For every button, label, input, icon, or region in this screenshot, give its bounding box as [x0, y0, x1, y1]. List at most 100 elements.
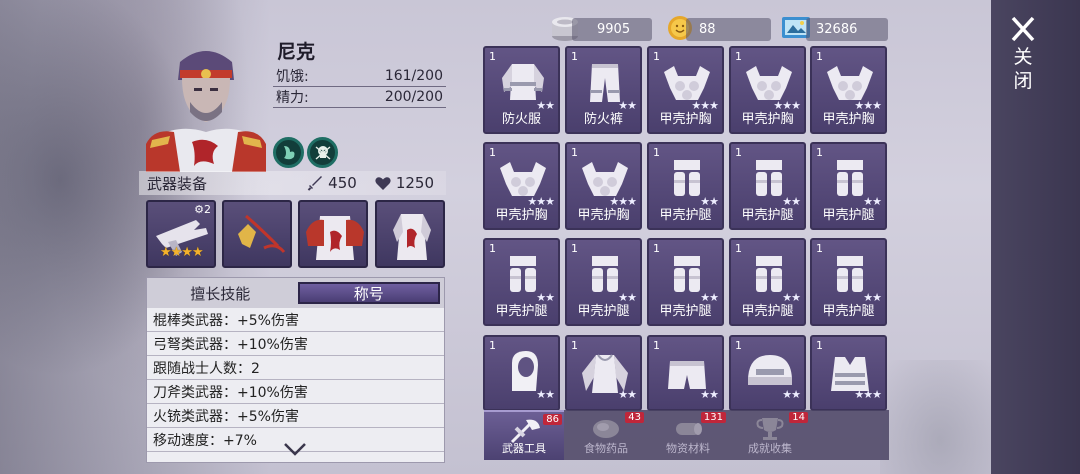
- inventory-item[interactable]: 1 ★★ 甲壳护腿: [729, 142, 806, 230]
- inventory-item[interactable]: 1 ★★: [647, 335, 724, 411]
- item-quantity: 1: [653, 146, 660, 159]
- item-stars: ★★: [536, 388, 555, 401]
- equip-slot-armor[interactable]: [298, 200, 368, 268]
- close-label[interactable]: 关闭: [1013, 45, 1033, 93]
- skill-tabs: 擅长技能 称号: [147, 278, 444, 308]
- amulet-icon: [238, 214, 286, 253]
- weapon-stars: ★★★★: [160, 245, 204, 260]
- attack-stat: 450: [307, 174, 357, 192]
- inventory-item[interactable]: 1 ★★★ 甲壳护胸: [810, 46, 887, 134]
- health-stat: 1250: [375, 174, 434, 192]
- inventory-item[interactable]: 1 ★★: [729, 335, 806, 411]
- inventory-item[interactable]: 1 ★★: [483, 335, 560, 411]
- character-name: 尼克: [277, 41, 316, 63]
- tab-materials[interactable]: 131 物资材料: [648, 410, 728, 460]
- item-label: 甲壳护胸: [577, 208, 630, 223]
- item-quantity: 1: [653, 242, 660, 255]
- inventory-item[interactable]: 1 ★★ 甲壳护腿: [729, 238, 806, 326]
- item-label: 甲壳护腿: [659, 304, 712, 319]
- buff-skull-icon[interactable]: [307, 137, 338, 168]
- item-quantity: 1: [489, 242, 496, 255]
- tab-skills[interactable]: 擅长技能: [151, 282, 290, 304]
- tab-badge: 86: [543, 414, 562, 425]
- inventory-item[interactable]: 1 ★★ 甲壳护腿: [483, 238, 560, 326]
- inventory-item[interactable]: 1 ★★★ 甲壳护胸: [647, 46, 724, 134]
- tab-label: 成就收集: [748, 442, 792, 455]
- item-quantity: 1: [816, 242, 823, 255]
- coat-icon: [393, 214, 431, 260]
- health-value: 1250: [395, 174, 434, 192]
- inventory-item[interactable]: 1 ★★ 甲壳护腿: [810, 238, 887, 326]
- stat-energy: 精力: 200/200: [273, 86, 446, 108]
- photo-counter: 32686: [806, 18, 888, 41]
- trophy-icon: [756, 418, 784, 440]
- item-label: 甲壳护腿: [822, 208, 875, 223]
- silver-counter: 9905: [572, 18, 652, 41]
- stat-hunger-value: 161/200: [384, 67, 443, 84]
- equip-slot-accessory[interactable]: [222, 200, 292, 268]
- stat-hunger-label: 饥饿:: [276, 68, 309, 85]
- item-quantity: 1: [816, 339, 823, 352]
- equip-slot-weapon[interactable]: ⚙2 ★★★★: [146, 200, 216, 268]
- stat-energy-label: 精力:: [276, 89, 309, 106]
- item-quantity: 1: [489, 339, 496, 352]
- skill-row: 跟随战士人数：2: [147, 356, 444, 380]
- item-quantity: 1: [571, 146, 578, 159]
- item-label: 甲壳护腿: [577, 304, 630, 319]
- item-label: 甲壳护腿: [741, 208, 794, 223]
- item-quantity: 1: [571, 339, 578, 352]
- inventory-item[interactable]: 1 ★★ 甲壳护腿: [565, 238, 642, 326]
- item-label: 防火服: [501, 112, 541, 127]
- item-label: 防火裤: [583, 112, 623, 127]
- item-quantity: 1: [653, 339, 660, 352]
- equip-slot-outfit[interactable]: [375, 200, 445, 268]
- tab-food-medicine[interactable]: 43 食物药品: [566, 410, 646, 460]
- inventory-item[interactable]: 1 ★★★ 甲壳护胸: [565, 142, 642, 230]
- item-stars: ★★: [782, 388, 801, 401]
- item-label: 甲壳护腿: [495, 304, 548, 319]
- stat-hunger: 饥饿: 161/200: [273, 65, 446, 87]
- weapon-upgrade-count: ⚙2: [194, 203, 211, 216]
- inventory-item[interactable]: 1 ★★: [565, 335, 642, 411]
- inventory-item[interactable]: 1 ★★★ 甲壳护胸: [729, 46, 806, 134]
- close-icon[interactable]: [1006, 16, 1040, 42]
- skill-row: 棍棒类武器：+5%伤害: [147, 308, 444, 332]
- tab-weapons-tools[interactable]: 86 武器工具: [484, 410, 564, 460]
- item-stars: ★★★: [854, 388, 882, 401]
- item-label: 甲壳护胸: [741, 112, 794, 127]
- item-stars: ★★: [700, 388, 719, 401]
- silver-value: 9905: [597, 22, 631, 37]
- item-quantity: 1: [489, 50, 496, 63]
- item-quantity: 1: [816, 50, 823, 63]
- equipment-header: 武器装备 450 1250: [139, 171, 446, 195]
- background-scene-right: [880, 360, 1000, 474]
- tab-badge: 43: [625, 412, 644, 423]
- inventory-item[interactable]: 1 ★★ 防火裤: [565, 46, 642, 134]
- inventory-item[interactable]: 1 ★★ 甲壳护腿: [647, 238, 724, 326]
- inventory-item[interactable]: 1 ★★ 防火服: [483, 46, 560, 134]
- item-quantity: 1: [735, 146, 742, 159]
- inventory-item[interactable]: 1 ★★ 甲壳护腿: [647, 142, 724, 230]
- tab-titles[interactable]: 称号: [297, 282, 440, 304]
- chevron-down-icon[interactable]: [283, 442, 307, 456]
- item-label: 甲壳护腿: [822, 304, 875, 319]
- item-label: 甲壳护腿: [741, 304, 794, 319]
- inventory-item[interactable]: 1 ★★★: [810, 335, 887, 411]
- skill-row: 火铳类武器：+5%伤害: [147, 404, 444, 428]
- buff-stomach-icon[interactable]: [273, 137, 304, 168]
- item-label: 甲壳护胸: [495, 208, 548, 223]
- tab-label: 武器工具: [502, 442, 546, 455]
- equipment-title: 武器装备: [147, 174, 208, 193]
- tab-label: 物资材料: [666, 442, 710, 455]
- close-panel[interactable]: 关闭: [991, 0, 1080, 474]
- tab-achievements[interactable]: 14 成就收集: [730, 410, 810, 460]
- weapon-upgrade-value: 2: [204, 203, 211, 216]
- item-quantity: 1: [571, 50, 578, 63]
- inventory-item[interactable]: 1 ★★ 甲壳护腿: [810, 142, 887, 230]
- sword-icon: [307, 176, 323, 191]
- inventory-item[interactable]: 1 ★★★ 甲壳护胸: [483, 142, 560, 230]
- item-label: 甲壳护腿: [659, 208, 712, 223]
- item-quantity: 1: [735, 50, 742, 63]
- attack-value: 450: [328, 174, 357, 192]
- red-armor-icon: [306, 216, 364, 260]
